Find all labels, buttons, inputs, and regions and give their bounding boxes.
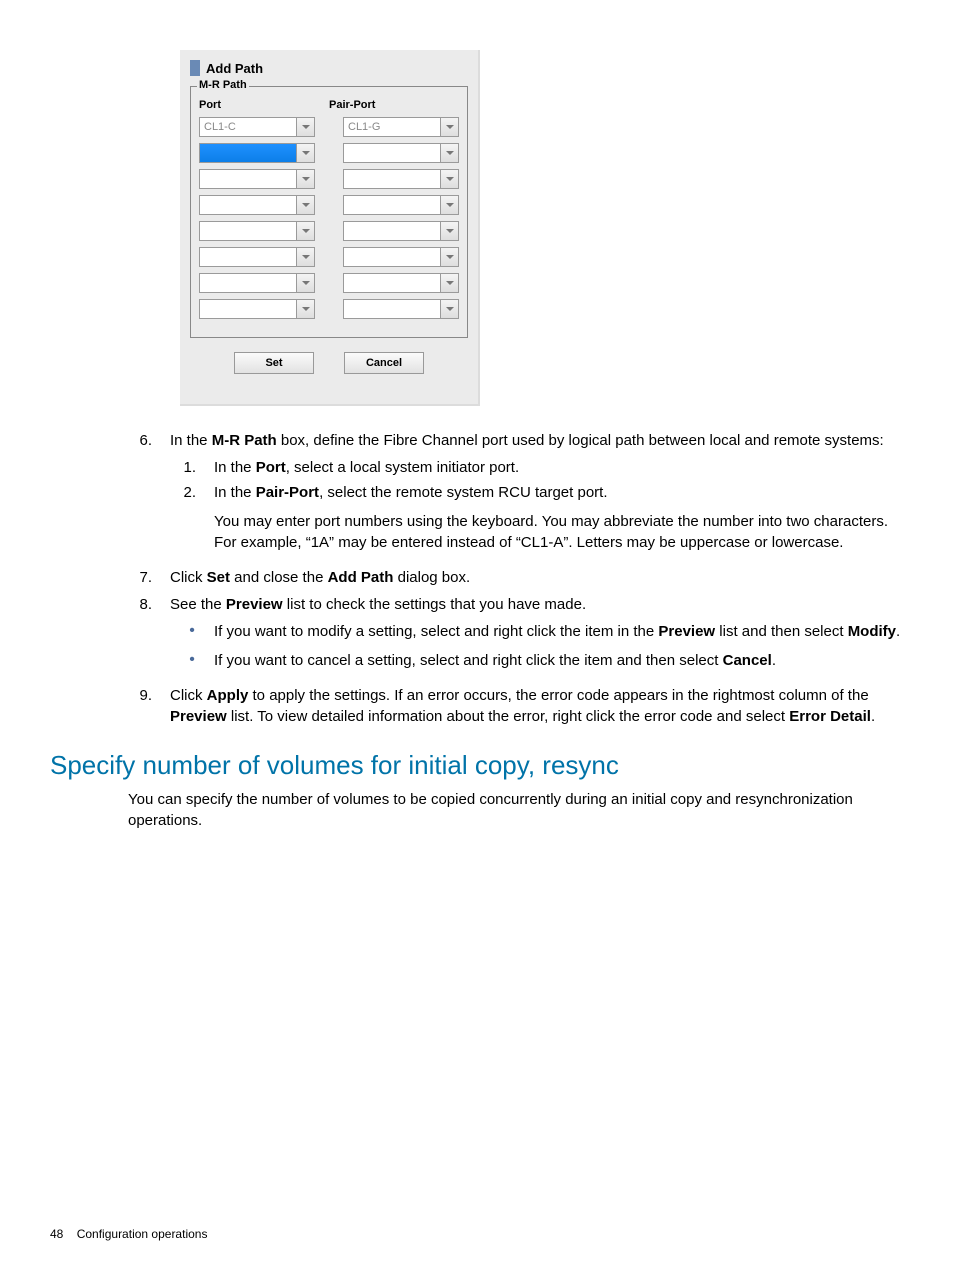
path-row: CL1-C CL1-G — [199, 117, 459, 137]
path-row — [199, 143, 459, 163]
chevron-down-icon[interactable] — [441, 169, 459, 189]
pair-port-value[interactable] — [343, 143, 441, 163]
cancel-button[interactable]: Cancel — [344, 352, 424, 374]
fieldset-legend: M-R Path — [197, 79, 249, 91]
section-paragraph: You can specify the number of volumes to… — [128, 789, 904, 831]
page-footer: 48 Configuration operations — [50, 1227, 207, 1241]
chevron-down-icon[interactable] — [297, 195, 315, 215]
pair-port-value[interactable] — [343, 195, 441, 215]
pair-port-dropdown[interactable] — [343, 273, 459, 293]
chevron-down-icon[interactable] — [297, 169, 315, 189]
bullet-cancel: If you want to cancel a setting, select … — [214, 650, 904, 671]
pair-port-value[interactable] — [343, 221, 441, 241]
chevron-down-icon[interactable] — [441, 273, 459, 293]
path-row — [199, 273, 459, 293]
chevron-down-icon[interactable] — [441, 117, 459, 137]
column-headers: Port Pair-Port — [199, 99, 459, 111]
port-value[interactable] — [199, 273, 297, 293]
step-8-content: See the Preview list to check the settin… — [170, 594, 904, 679]
set-button[interactable]: Set — [234, 352, 314, 374]
instruction-text: 6. In the M-R Path box, define the Fibre… — [50, 430, 904, 831]
page-number: 48 — [50, 1227, 63, 1241]
port-value[interactable] — [199, 221, 297, 241]
path-row — [199, 195, 459, 215]
substep-2: In the Pair-Port, select the remote syst… — [214, 482, 904, 557]
step-9-content: Click Apply to apply the settings. If an… — [170, 685, 904, 727]
chevron-down-icon[interactable] — [441, 299, 459, 319]
step-7-content: Click Set and close the Add Path dialog … — [170, 567, 904, 588]
dialog-title: Add Path — [206, 61, 263, 76]
pair-port-dropdown[interactable] — [343, 247, 459, 267]
step6-note: You may enter port numbers using the key… — [214, 511, 904, 553]
pair-port-header: Pair-Port — [329, 99, 459, 111]
bullet-modify: If you want to modify a setting, select … — [214, 621, 904, 642]
port-dropdown[interactable] — [199, 195, 315, 215]
pair-port-dropdown[interactable] — [343, 221, 459, 241]
path-row — [199, 299, 459, 319]
chevron-down-icon[interactable] — [441, 221, 459, 241]
port-value[interactable] — [199, 143, 297, 163]
port-dropdown[interactable]: CL1-C — [199, 117, 315, 137]
step-num: 9. — [130, 685, 170, 727]
port-dropdown[interactable] — [199, 143, 315, 163]
port-value[interactable] — [199, 195, 297, 215]
port-dropdown[interactable] — [199, 169, 315, 189]
port-value[interactable]: CL1-C — [199, 117, 297, 137]
pair-port-value[interactable] — [343, 247, 441, 267]
step-6-content: In the M-R Path box, define the Fibre Ch… — [170, 430, 904, 561]
chevron-down-icon[interactable] — [297, 247, 315, 267]
chevron-down-icon[interactable] — [297, 299, 315, 319]
pair-port-dropdown[interactable] — [343, 195, 459, 215]
title-marker-icon — [190, 60, 200, 76]
pair-port-dropdown[interactable] — [343, 169, 459, 189]
substep-num: 2. — [170, 482, 214, 557]
path-row — [199, 221, 459, 241]
dialog-title-row: Add Path — [190, 60, 468, 76]
pair-port-value[interactable] — [343, 169, 441, 189]
substep-1: In the Port, select a local system initi… — [214, 457, 904, 478]
step-num: 7. — [130, 567, 170, 588]
chevron-down-icon[interactable] — [441, 247, 459, 267]
port-dropdown[interactable] — [199, 221, 315, 241]
substep-num: 1. — [170, 457, 214, 478]
path-row — [199, 169, 459, 189]
chevron-down-icon[interactable] — [441, 195, 459, 215]
bullet-icon: • — [170, 621, 214, 642]
port-value[interactable] — [199, 247, 297, 267]
port-dropdown[interactable] — [199, 299, 315, 319]
button-row: Set Cancel — [190, 352, 468, 374]
port-dropdown[interactable] — [199, 273, 315, 293]
pair-port-dropdown[interactable] — [343, 143, 459, 163]
chevron-down-icon[interactable] — [297, 273, 315, 293]
pair-port-dropdown[interactable] — [343, 299, 459, 319]
pair-port-value[interactable] — [343, 299, 441, 319]
chevron-down-icon[interactable] — [297, 143, 315, 163]
footer-text: Configuration operations — [77, 1227, 208, 1241]
pair-port-value[interactable]: CL1-G — [343, 117, 441, 137]
step-num: 8. — [130, 594, 170, 679]
port-value[interactable] — [199, 169, 297, 189]
step-num: 6. — [130, 430, 170, 561]
path-row — [199, 247, 459, 267]
mr-path-fieldset: M-R Path Port Pair-Port CL1-CCL1-G — [190, 86, 468, 338]
chevron-down-icon[interactable] — [297, 117, 315, 137]
port-dropdown[interactable] — [199, 247, 315, 267]
pair-port-value[interactable] — [343, 273, 441, 293]
port-header: Port — [199, 99, 329, 111]
pair-port-dropdown[interactable]: CL1-G — [343, 117, 459, 137]
chevron-down-icon[interactable] — [441, 143, 459, 163]
bullet-icon: • — [170, 650, 214, 671]
port-value[interactable] — [199, 299, 297, 319]
add-path-dialog: Add Path M-R Path Port Pair-Port CL1-CCL… — [180, 50, 480, 406]
chevron-down-icon[interactable] — [297, 221, 315, 241]
section-heading: Specify number of volumes for initial co… — [50, 747, 904, 783]
